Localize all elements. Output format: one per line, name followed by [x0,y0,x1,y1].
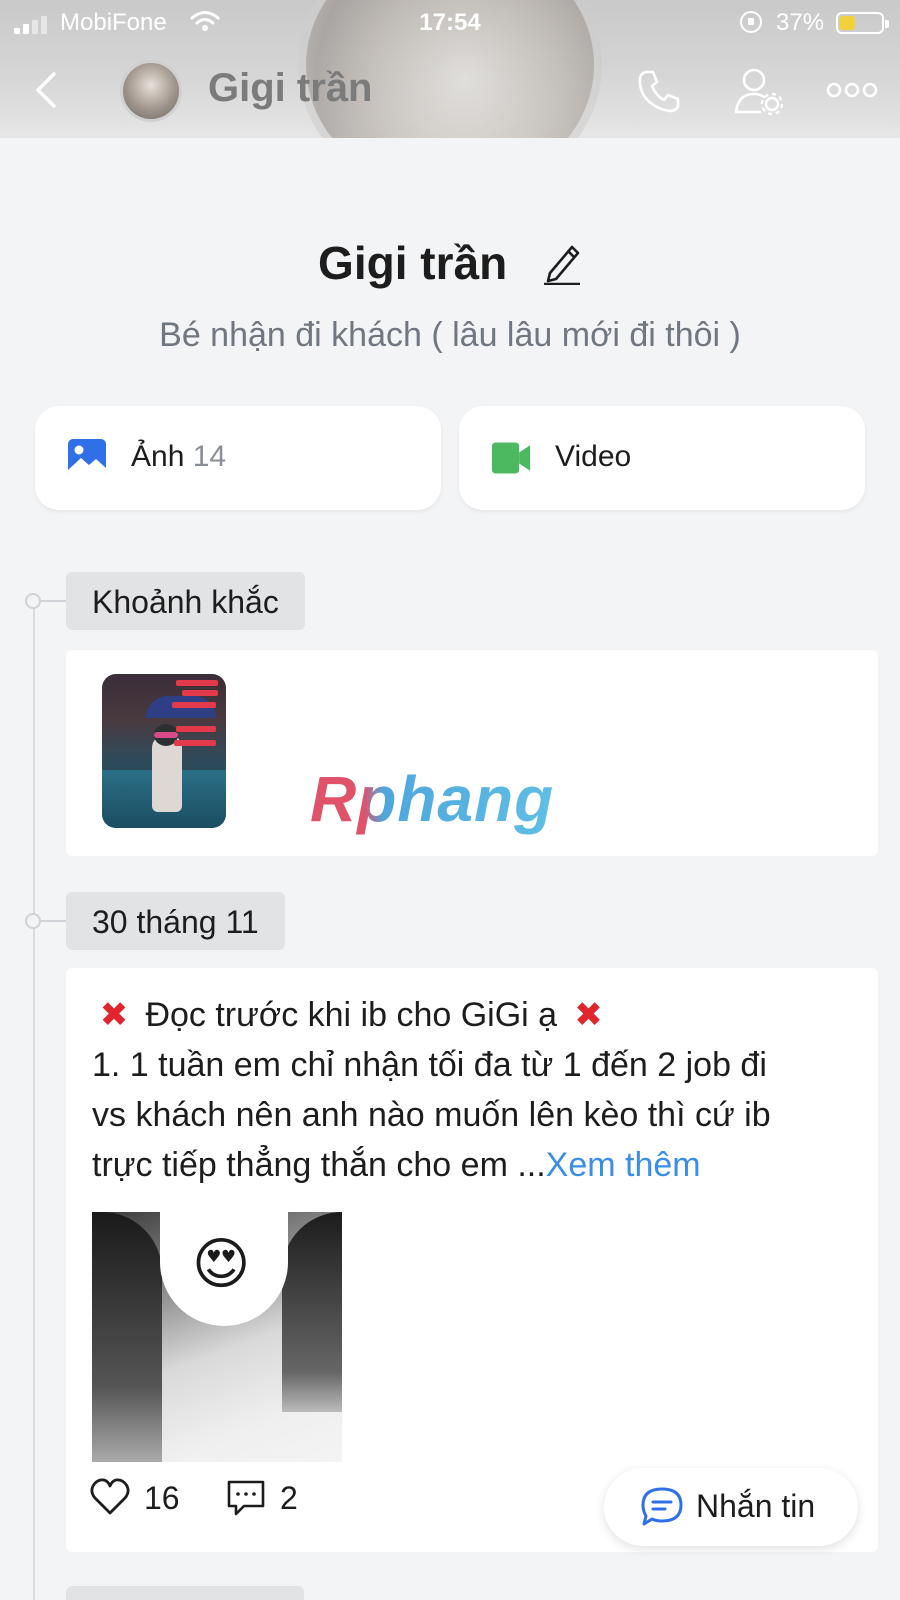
thumb-caption [172,702,216,708]
profile-name: Gigi trần [0,232,900,290]
post-line: trực tiếp thẳng thắn cho em ...Xem thêm [92,1140,862,1190]
post-card[interactable]: ✖ Đọc trước khi ib cho GiGi ạ ✖ 1. 1 tuầ… [66,968,878,1552]
thumb-caption [182,690,218,696]
post-date-label: 30 tháng 11 [66,892,285,950]
photos-label: Ảnh 14 [131,440,226,474]
comment-count: 2 [280,1480,298,1516]
pencil-icon[interactable] [542,241,582,285]
comment-icon[interactable] [226,1478,266,1518]
thumb-caption [176,726,216,732]
message-button[interactable]: Nhắn tin [604,1468,858,1546]
timeline-connector [41,920,66,922]
phone-icon[interactable] [636,68,682,114]
timeline-line [33,600,35,1600]
battery-percent: 37% [776,9,825,36]
post-line: vs khách nên anh nào muốn lên kèo thì cứ… [92,1096,771,1134]
heart-icon[interactable] [90,1478,130,1516]
post-line: 1. 1 tuần em chỉ nhận tối đa từ 1 đến 2 … [92,1046,767,1084]
photos-label-text: Ảnh [131,440,185,473]
videos-button[interactable]: Video [459,406,865,510]
moment-thumbnail[interactable] [102,674,226,828]
battery-icon [836,12,889,34]
top-header: MobiFone 17:54 37% Gigi trần [0,0,900,138]
cross-mark-icon: ✖ [574,996,603,1034]
thumb-sticker [154,732,178,738]
timeline-connector [41,600,66,602]
thumb-caption [174,740,216,746]
post-photo[interactable]: 😍 [92,1212,342,1462]
post-line-text: trực tiếp thẳng thắn cho em ... [92,1146,546,1184]
battery-level-fill [840,16,855,30]
user-gear-icon[interactable] [734,66,784,116]
thumb-caption [176,680,218,686]
post-text: ✖ Đọc trước khi ib cho GiGi ạ ✖ 1. 1 tuầ… [92,990,862,1190]
videos-label: Video [555,440,632,473]
photos-button[interactable]: Ảnh 14 [35,406,441,510]
profile-bio: Bé nhận đi khách ( lâu lâu mới đi thôi ) [159,316,741,354]
photo-icon [68,439,106,477]
photo-hair [282,1212,342,1412]
like-count: 16 [144,1480,180,1516]
header-title: Gigi trần [208,66,373,110]
cross-mark-icon: ✖ [99,996,129,1034]
next-date-label [66,1586,304,1600]
rotation-lock-icon [740,11,762,33]
post-line: ✖ Đọc trước khi ib cho GiGi ạ ✖ [92,990,862,1040]
timeline-dot [25,593,41,609]
chat-bubble-icon [641,1487,683,1526]
post-heading: Đọc trước khi ib cho GiGi ạ [145,996,558,1034]
more-dots-icon[interactable] [826,78,878,102]
message-button-label: Nhắn tin [696,1488,816,1524]
watermark-logo: Rphang [310,763,555,835]
timeline-dot [25,913,41,929]
clock: 17:54 [419,9,481,36]
status-bar: MobiFone 17:54 37% [0,0,900,46]
moments-section-label: Khoảnh khắc [66,572,305,630]
photo-hair [92,1212,162,1462]
see-more-link[interactable]: Xem thêm [546,1146,701,1184]
heart-eyes-emoji: 😍 [192,1232,251,1295]
video-camera-icon [491,442,531,474]
photos-count: 14 [192,440,227,473]
profile-name-text: Gigi trần [318,236,508,289]
avatar[interactable] [120,60,182,122]
chevron-left-icon[interactable] [30,70,66,110]
